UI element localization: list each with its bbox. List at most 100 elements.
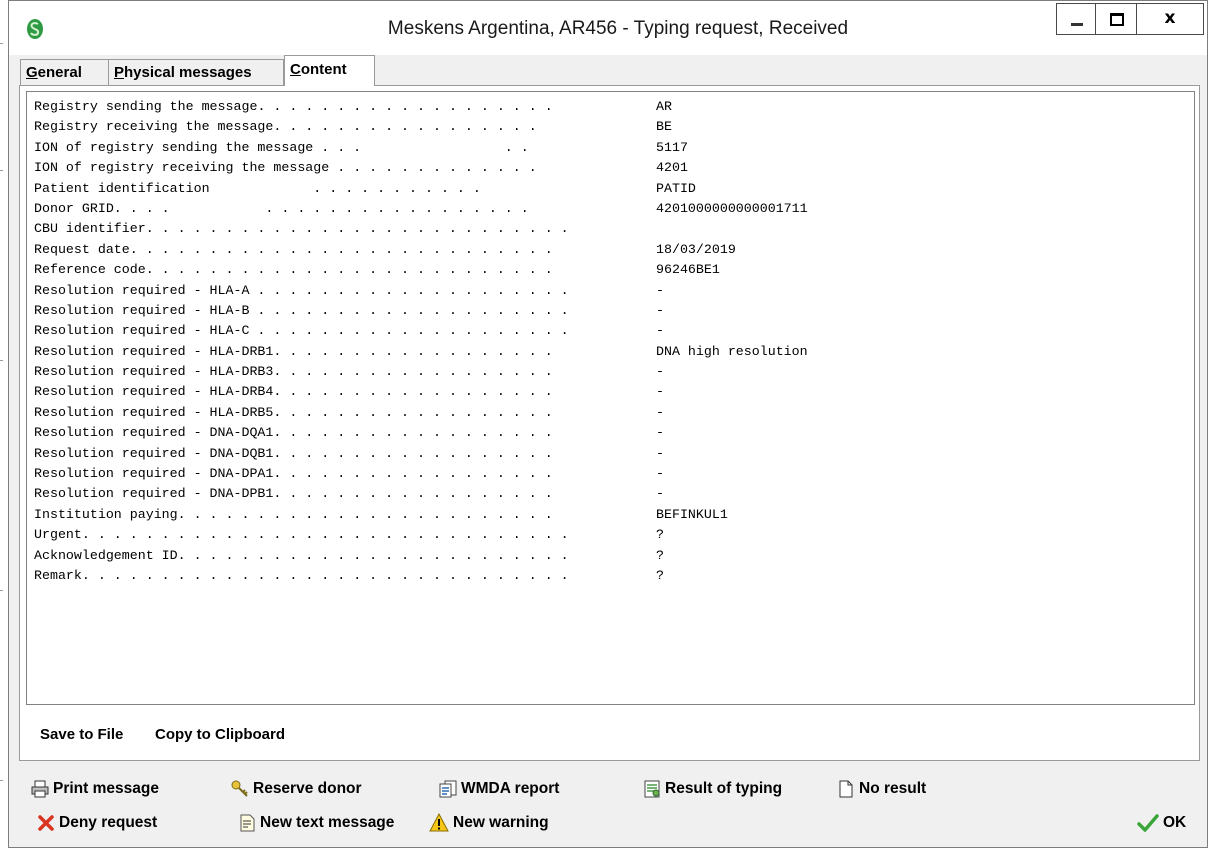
field-leader-dots: . . . . . . . . . . . . . . . . . . xyxy=(273,466,553,482)
warning-icon xyxy=(429,813,449,833)
field-value: BE xyxy=(656,119,672,135)
desktop-edge-mark xyxy=(0,360,3,361)
field-label: Resolution required - HLA-DRB4 xyxy=(34,384,274,400)
blank-document-icon xyxy=(837,780,855,798)
new-text-message-label: New text message xyxy=(260,814,395,831)
field-value: BEFINKUL1 xyxy=(656,506,728,522)
field-label: Registry receiving the message xyxy=(34,119,274,135)
print-message-button[interactable]: Print message xyxy=(31,777,159,801)
field-label: Resolution required - HLA-DRB5 xyxy=(34,404,274,420)
field-value: - xyxy=(656,425,664,441)
field-leader-dots: . . . . . . . . . . . . . . . . . . xyxy=(273,486,553,502)
field-leader-dots: . . . . . . . . . . . xyxy=(209,180,481,196)
field-leader-dots: . . . . . . . . . . . . . . . . . . xyxy=(273,384,553,400)
print-message-label: Print message xyxy=(53,780,159,797)
report-icon xyxy=(439,780,457,798)
field-label: Donor GRID xyxy=(34,200,114,216)
tab-general[interactable]: General xyxy=(20,59,109,85)
minimize-button[interactable] xyxy=(1056,3,1096,35)
no-result-button[interactable]: No result xyxy=(837,777,926,801)
field-row: Resolution required - HLA-A . . . . . . … xyxy=(34,281,664,301)
new-text-message-button[interactable]: New text message xyxy=(238,811,394,835)
field-value: ? xyxy=(656,567,664,583)
tab-content-accel: C xyxy=(290,61,301,78)
ok-button[interactable]: OK xyxy=(1137,811,1186,835)
field-row: Reference code. . . . . . . . . . . . . … xyxy=(34,260,720,280)
field-leader-dots: . . . . . . . . . . . . . . . . . . . xyxy=(257,99,553,114)
new-warning-button[interactable]: New warning xyxy=(429,811,549,835)
field-value: - xyxy=(656,323,664,339)
field-label: Resolution required - DNA-DPB1 xyxy=(34,486,274,502)
action-bar: Print message Reserve donor WMDA report xyxy=(9,763,1207,847)
field-row: Resolution required - DNA-DQB1. . . . . … xyxy=(34,444,664,464)
field-label: CBU identifier xyxy=(34,221,146,237)
reserve-donor-button[interactable]: Reserve donor xyxy=(231,777,362,801)
tab-general-accel: G xyxy=(26,64,38,81)
no-result-label: No result xyxy=(859,780,927,797)
field-leader-dots: . . . . . . . . . . . . . . . . . . . . … xyxy=(81,567,569,583)
field-label: Patient identification xyxy=(34,180,210,196)
field-value: - xyxy=(656,282,664,298)
field-row: Resolution required - HLA-DRB5. . . . . … xyxy=(34,403,664,423)
typing-request-window: Meskens Argentina, AR456 - Typing reques… xyxy=(8,0,1208,848)
field-row: Resolution required - HLA-DRB3. . . . . … xyxy=(34,362,664,382)
field-row: ION of registry receiving the message . … xyxy=(34,158,688,178)
field-label: Registry sending the message xyxy=(34,99,258,114)
field-label: Resolution required - DNA-DPA1 xyxy=(34,466,274,482)
tab-physical-messages-accel: P xyxy=(114,64,125,81)
title-bar[interactable]: Meskens Argentina, AR456 - Typing reques… xyxy=(9,1,1207,55)
field-label: ION of registry receiving the message xyxy=(34,160,330,176)
field-label: ION of registry sending the message xyxy=(34,139,314,155)
field-row: Resolution required - DNA-DPB1. . . . . … xyxy=(34,484,664,504)
field-row: Resolution required - HLA-DRB1. . . . . … xyxy=(34,342,808,362)
wmda-report-label: WMDA report xyxy=(461,780,560,797)
deny-request-button[interactable]: Deny request xyxy=(37,811,157,835)
copy-to-clipboard-link[interactable]: Copy to Clipboard xyxy=(155,726,285,743)
field-leader-dots: . . . . . . . . . . . . . . . . . . . . … xyxy=(177,506,553,522)
tab-general-label: eneral xyxy=(37,64,82,81)
field-value: 5117 xyxy=(656,139,688,155)
desktop-edge-mark xyxy=(0,780,3,781)
tab-content[interactable]: Content xyxy=(284,55,375,86)
close-icon: x xyxy=(1164,8,1176,28)
field-row: Remark. . . . . . . . . . . . . . . . . … xyxy=(34,566,664,586)
close-button[interactable]: x xyxy=(1136,3,1204,35)
field-label: Reference code xyxy=(34,262,146,278)
message-content-text-area[interactable]: Registry sending the message. . . . . . … xyxy=(26,91,1195,705)
field-leader-dots: . . . . . . . . . . . . . . . . . . . . … xyxy=(145,262,553,278)
field-value: - xyxy=(656,302,664,318)
field-row: Resolution required - HLA-DRB4. . . . . … xyxy=(34,382,664,402)
field-label: Resolution required - HLA-C xyxy=(34,323,250,339)
field-label: Resolution required - HLA-DRB1 xyxy=(34,343,274,359)
field-leader-dots: . . . . . . . . . . . . . . . . . . . . … xyxy=(177,547,569,563)
result-of-typing-button[interactable]: Result of typing xyxy=(643,777,782,801)
field-row: Donor GRID. . . . . . . . . . . . . . . … xyxy=(34,199,808,219)
field-leader-dots: . . . . . . . . . . . . . . . . . . . . xyxy=(249,282,569,298)
red-x-icon xyxy=(37,814,55,832)
printer-icon xyxy=(31,780,49,798)
tab-content-label: ontent xyxy=(300,61,347,78)
field-leader-dots: . . . . . . . . . . . . . . . . . . . . … xyxy=(145,221,569,237)
field-row: Registry receiving the message. . . . . … xyxy=(34,117,672,137)
field-row: Institution paying. . . . . . . . . . . … xyxy=(34,505,728,525)
tab-physical-messages[interactable]: Physical messages xyxy=(108,59,284,85)
field-value: AR xyxy=(656,99,672,114)
field-leader-dots: . . . . . . . . . . . . . . . . . . xyxy=(273,445,553,461)
field-leader-dots: . . . . . xyxy=(313,139,529,155)
wmda-report-button[interactable]: WMDA report xyxy=(439,777,559,801)
save-to-file-link[interactable]: Save to File xyxy=(40,726,123,743)
checkmark-icon xyxy=(1137,814,1159,832)
field-leader-dots: . . . . . . . . . . . . . . . . . . . . … xyxy=(113,200,529,216)
new-warning-label: New warning xyxy=(453,814,549,831)
maximize-button[interactable] xyxy=(1095,3,1137,35)
tab-physical-messages-label: hysical messages xyxy=(124,64,252,81)
field-row: Acknowledgement ID. . . . . . . . . . . … xyxy=(34,546,664,566)
field-label: Urgent xyxy=(34,527,82,543)
field-leader-dots: . . . . . . . . . . . . . . . . . . . . … xyxy=(129,241,553,257)
field-value: 18/03/2019 xyxy=(656,241,736,257)
field-value: - xyxy=(656,466,664,482)
field-row: CBU identifier. . . . . . . . . . . . . … xyxy=(34,219,569,239)
field-leader-dots: . . . . . . . . . . . . . xyxy=(329,160,537,176)
field-value: - xyxy=(656,364,664,380)
field-row: Patient identification . . . . . . . . .… xyxy=(34,179,696,199)
